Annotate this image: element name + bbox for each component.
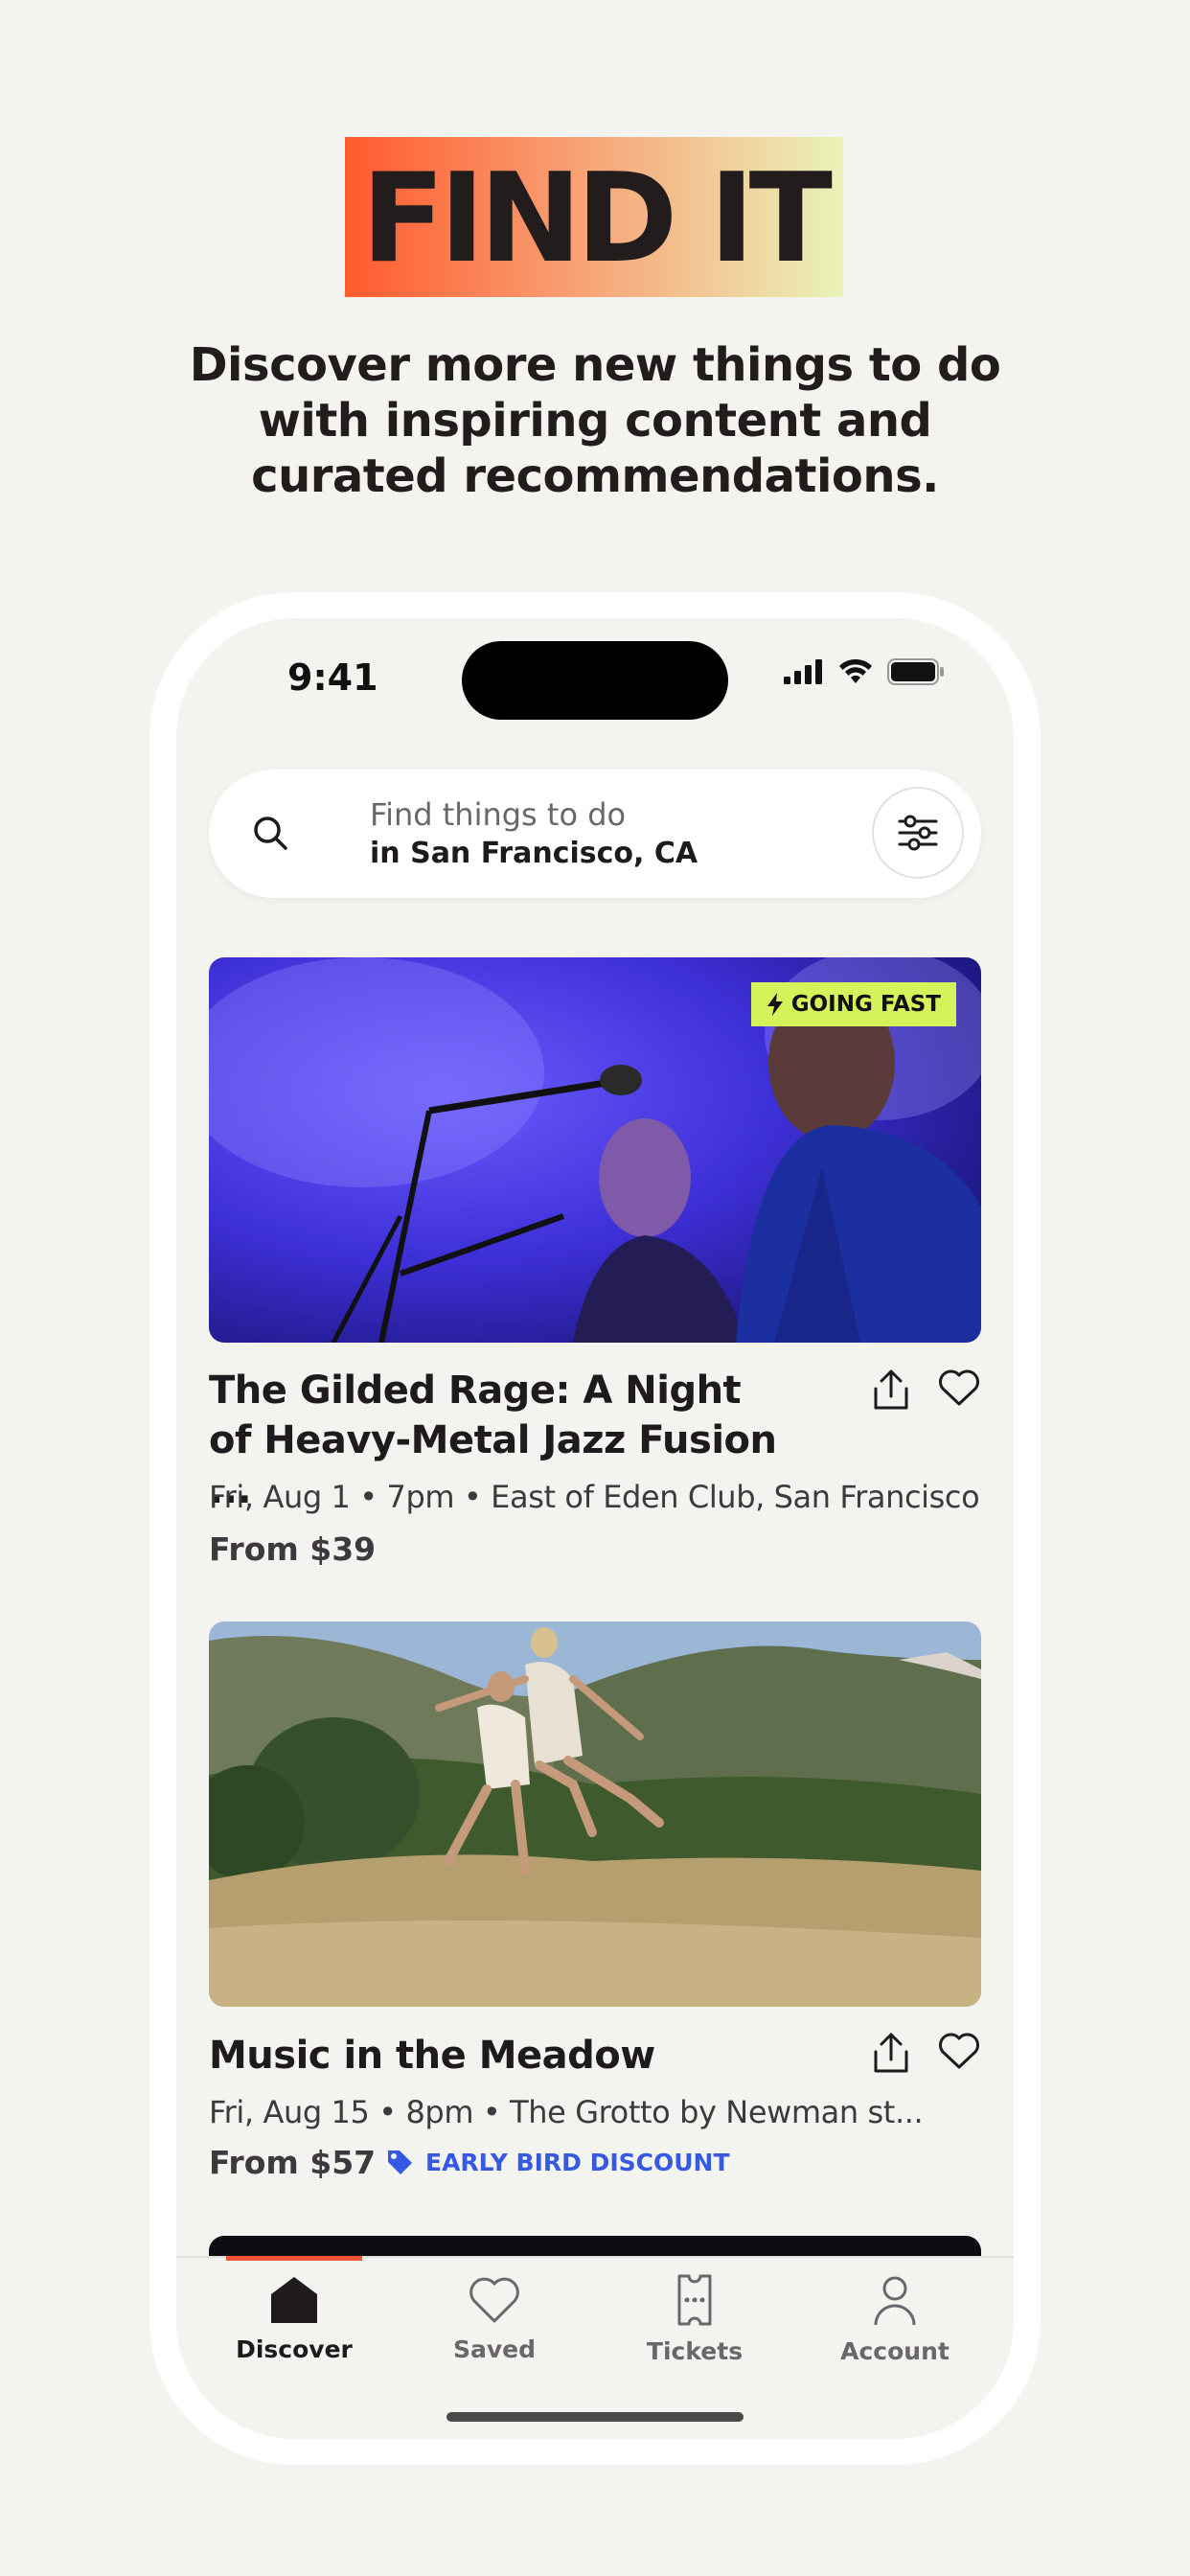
filter-button[interactable] [872,787,964,879]
event-meta: Fri, Aug 1 • 7pm • East of Eden Club, Sa… [209,1479,981,1515]
early-bird-label: EARLY BIRD DISCOUNT [425,2148,730,2176]
promo-title-banner: FIND IT [345,137,843,297]
active-tab-indicator [226,2256,362,2261]
promo-subtitle: Discover more new things to do with insp… [189,338,1001,503]
heart-icon[interactable] [937,2031,981,2071]
tab-saved[interactable]: Saved [418,2273,571,2363]
tab-label: Tickets [646,2337,744,2365]
battery-icon [887,658,944,685]
event-price: From $57 [209,2144,377,2181]
heart-icon[interactable] [937,1368,981,1408]
sliders-icon [898,815,938,851]
event-price: From $39 [209,1530,377,1568]
search-bar[interactable]: Find things to do in San Francisco, CA [209,770,981,898]
event-actions [870,2031,981,2075]
person-icon [874,2276,916,2326]
going-fast-badge: GOING FAST [750,982,956,1026]
share-icon[interactable] [870,2031,912,2075]
lightning-icon [767,993,783,1016]
status-icons [784,658,945,685]
phone-screen: 9:41 Find things to do in San Francisco,… [176,618,1014,2439]
event-meta: Fri, Aug 15 • 8pm • The Grotto by Newman… [209,2094,924,2130]
going-fast-label: GOING FAST [790,992,941,1017]
promo-title: FIND IT [361,147,833,290]
tab-account[interactable]: Account [818,2273,972,2365]
event-image-meadow[interactable] [209,1622,981,2007]
search-location: in San Francisco, CA [370,837,698,870]
tab-label: Discover [236,2335,353,2363]
search-placeholder: Find things to do [370,796,627,833]
share-icon[interactable] [870,1368,912,1412]
price-tag-icon [388,2150,412,2174]
heart-icon [469,2277,519,2323]
event-actions [870,1368,981,1412]
home-icon [271,2277,317,2323]
wifi-icon [839,658,872,683]
dynamic-island [462,641,728,720]
tab-tickets[interactable]: Tickets [618,2273,771,2365]
meadow-photo [209,1622,981,2007]
event-title[interactable]: Music in the Meadow [209,2031,784,2081]
tab-label: Saved [452,2335,537,2363]
search-icon [254,816,287,850]
status-time: 9:41 [287,656,378,699]
home-indicator [446,2412,744,2422]
cellular-signal-icon [784,659,822,684]
event-image-concert[interactable]: GOING FAST [209,957,981,1343]
tab-discover[interactable]: Discover [217,2273,371,2363]
early-bird-badge: EARLY BIRD DISCOUNT [385,2148,730,2176]
search-text[interactable]: Find things to do in San Francisco, CA [370,794,698,873]
ticket-icon [677,2274,712,2326]
tab-label: Account [840,2337,950,2365]
